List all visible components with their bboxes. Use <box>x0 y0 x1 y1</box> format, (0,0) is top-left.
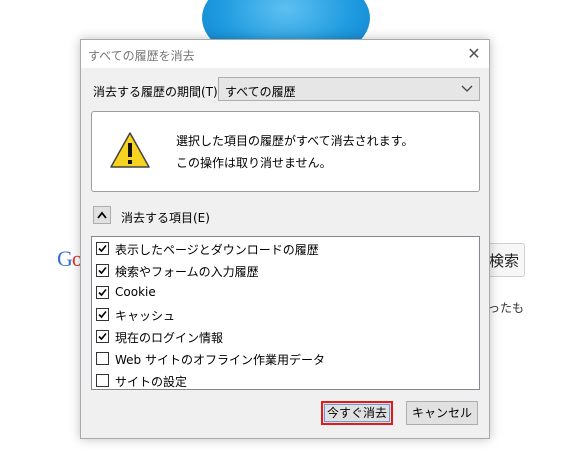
item-label: 検索やフォームの入力履歴 <box>115 265 259 279</box>
checkbox[interactable] <box>96 308 109 321</box>
item-label: Cookie <box>115 285 156 299</box>
period-dropdown[interactable]: すべての履歴 <box>218 77 480 101</box>
chevron-down-icon <box>461 85 473 92</box>
checkbox[interactable] <box>96 330 109 343</box>
dialog-title: すべての履歴を消去 <box>88 49 195 63</box>
list-item[interactable]: 現在のログイン情報 <box>96 328 466 348</box>
list-item[interactable]: サイトの設定 <box>96 372 466 392</box>
items-toggle-button[interactable] <box>93 206 111 224</box>
close-button[interactable]: ✕ <box>463 44 485 64</box>
checkbox[interactable] <box>96 242 109 255</box>
period-label: 消去する履歴の期間(T): <box>93 85 222 99</box>
checkmark-icon <box>98 288 107 297</box>
background-note-text: ったも <box>488 301 525 315</box>
item-label: Web サイトのオフライン作業用データ <box>115 353 325 367</box>
item-label: サイトの設定 <box>115 375 188 389</box>
item-label: 表示したページとダウンロードの履歴 <box>115 243 319 257</box>
google-logo-partial: Go <box>57 246 83 272</box>
google-letter-g: G <box>57 246 73 271</box>
chevron-up-icon <box>97 211 107 219</box>
cancel-button[interactable]: キャンセル <box>406 401 478 425</box>
list-item[interactable]: 表示したページとダウンロードの履歴 <box>96 240 466 260</box>
item-label: 現在のログイン情報 <box>115 331 224 345</box>
period-selected-value: すべての履歴 <box>225 85 296 99</box>
dialog-titlebar: すべての履歴を消去 ✕ <box>81 40 489 68</box>
checkmark-icon <box>98 310 107 319</box>
list-item[interactable]: Cookie <box>96 284 466 304</box>
close-icon: ✕ <box>467 44 481 63</box>
items-label: 消去する項目(E) <box>121 211 210 225</box>
background-search-button[interactable]: 検索 <box>487 243 525 277</box>
warning-text-line2: この操作は取り消せません。 <box>176 156 332 170</box>
list-item[interactable]: 検索やフォームの入力履歴 <box>96 262 466 282</box>
items-list: 表示したページとダウンロードの履歴 検索やフォームの入力履歴 Cookie キャ… <box>91 236 480 390</box>
checkbox[interactable] <box>96 264 109 277</box>
clear-history-dialog: すべての履歴を消去 ✕ 消去する履歴の期間(T): すべての履歴 選択した項目の… <box>80 39 490 439</box>
warning-icon <box>110 132 150 168</box>
item-label: キャッシュ <box>115 309 176 323</box>
warning-box: 選択した項目の履歴がすべて消去されます。 この操作は取り消せません。 <box>91 111 480 192</box>
warning-text-line1: 選択した項目の履歴がすべて消去されます。 <box>176 134 414 148</box>
checkmark-icon <box>98 332 107 341</box>
checkbox[interactable] <box>96 352 109 365</box>
checkmark-icon <box>98 244 107 253</box>
checkbox[interactable] <box>96 374 109 387</box>
checkmark-icon <box>98 266 107 275</box>
list-item[interactable]: Web サイトのオフライン作業用データ <box>96 350 466 370</box>
list-item[interactable]: キャッシュ <box>96 306 466 326</box>
clear-now-button[interactable]: 今すぐ消去 <box>321 401 393 425</box>
checkbox[interactable] <box>96 286 109 299</box>
